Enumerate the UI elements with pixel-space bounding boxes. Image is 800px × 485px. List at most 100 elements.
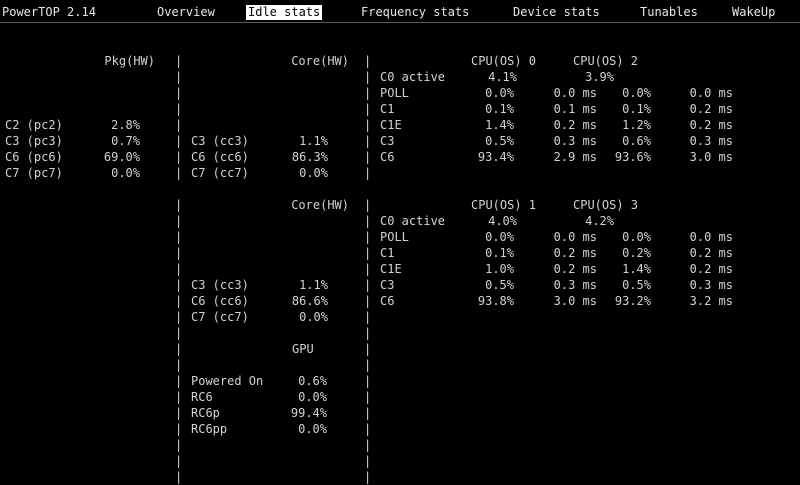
cpu-state-time-a: 2.9 ms xyxy=(553,150,597,164)
cpu-state-time-a: 0.2 ms xyxy=(553,246,597,260)
gpu-state-label: RC6pp xyxy=(191,422,228,436)
cpu-state-pct-b: 93.2% xyxy=(614,294,651,308)
cpu-header-a: CPU(OS) 0 xyxy=(471,54,537,68)
c0-active-value-a: 4.0% xyxy=(488,214,517,228)
pkg-state-label: C6 (pc6) xyxy=(5,150,63,164)
cpu-state-time-b: 0.2 ms xyxy=(689,118,733,132)
core-state-value: 0.0% xyxy=(299,166,328,180)
core-state-value: 1.1% xyxy=(299,134,328,148)
c0-active-value-a: 4.1% xyxy=(488,70,517,84)
cpu-header-b: CPU(OS) 2 xyxy=(573,54,639,68)
cpu-state-time-a: 0.1 ms xyxy=(553,102,597,116)
tab-device-stats[interactable]: Device stats xyxy=(513,5,600,20)
tab-frequency-stats[interactable]: Frequency stats xyxy=(361,5,469,20)
pkg-state-value: 0.7% xyxy=(111,134,140,148)
column-separator: | xyxy=(175,262,183,276)
tab-tunables[interactable]: Tunables xyxy=(640,5,698,20)
column-separator: | xyxy=(364,262,372,276)
column-separator: | xyxy=(364,166,372,180)
cpu-state-pct-b: 0.5% xyxy=(622,278,651,292)
column-separator: | xyxy=(364,86,372,100)
column-separator: | xyxy=(175,294,183,308)
core-state-label: C3 (cc3) xyxy=(191,134,249,148)
column-separator: | xyxy=(175,278,183,292)
pkg-state-label: C3 (pc3) xyxy=(5,134,63,148)
cpu-state-time-b: 0.2 ms xyxy=(689,262,733,276)
column-separator: | xyxy=(364,342,372,356)
column-separator: | xyxy=(175,390,183,404)
column-separator: | xyxy=(364,358,372,372)
column-separator: | xyxy=(364,198,372,212)
cpu-header-b: CPU(OS) 3 xyxy=(573,198,639,212)
column-separator: | xyxy=(364,118,372,132)
cpu-state-time-a: 0.3 ms xyxy=(553,278,597,292)
cpu-state-label: POLL xyxy=(380,86,409,100)
gpu-header: GPU xyxy=(292,342,314,356)
cpu-state-label: POLL xyxy=(380,230,409,244)
cpu-state-label: C3 xyxy=(380,134,395,148)
column-separator: | xyxy=(175,102,183,116)
column-separator: | xyxy=(175,166,183,180)
cpu-state-time-b: 0.3 ms xyxy=(689,278,733,292)
cpu-state-time-b: 0.2 ms xyxy=(689,246,733,260)
column-separator: | xyxy=(364,390,372,404)
tab-idle-stats[interactable]: Idle stats xyxy=(246,5,323,20)
pkg-state-value: 2.8% xyxy=(111,118,140,132)
column-separator: | xyxy=(175,310,183,324)
c0-active-label: C0 active xyxy=(380,214,446,228)
cpu-state-label: C6 xyxy=(380,150,395,164)
cpu-state-time-a: 0.0 ms xyxy=(553,230,597,244)
gpu-state-value: 0.0% xyxy=(298,390,327,404)
app-title: PowerTOP 2.14 xyxy=(2,5,96,19)
column-separator: | xyxy=(175,230,183,244)
cpu-state-pct-a: 0.5% xyxy=(485,278,514,292)
column-separator: | xyxy=(175,342,183,356)
column-separator: | xyxy=(364,102,372,116)
column-separator: | xyxy=(175,438,183,452)
core-header: Core(HW) xyxy=(291,54,349,68)
pkg-state-label: C7 (pc7) xyxy=(5,166,63,180)
core-state-label: C7 (cc7) xyxy=(191,166,249,180)
pkg-state-value: 0.0% xyxy=(111,166,140,180)
core-state-value: 86.3% xyxy=(291,150,328,164)
cpu-state-label: C1 xyxy=(380,102,395,116)
cpu-state-time-b: 0.3 ms xyxy=(689,134,733,148)
cpu-state-pct-a: 93.8% xyxy=(477,294,514,308)
tab-wakeup[interactable]: WakeUp xyxy=(732,5,775,20)
column-separator: | xyxy=(364,310,372,324)
column-separator: | xyxy=(364,422,372,436)
cpu-state-label: C1E xyxy=(380,118,402,132)
column-separator: | xyxy=(364,150,372,164)
column-separator: | xyxy=(364,294,372,308)
cpu-state-pct-b: 0.1% xyxy=(622,102,651,116)
column-separator: | xyxy=(175,326,183,340)
cpu-state-time-a: 0.2 ms xyxy=(553,262,597,276)
core-state-label: C6 (cc6) xyxy=(191,150,249,164)
menu-bar: PowerTOP 2.14 Overview Idle stats Freque… xyxy=(0,0,800,23)
core-state-value: 1.1% xyxy=(299,278,328,292)
cpu-state-pct-b: 0.0% xyxy=(622,230,651,244)
gpu-state-label: RC6 xyxy=(191,390,213,404)
column-separator: | xyxy=(175,150,183,164)
core-state-value: 0.0% xyxy=(299,310,328,324)
cpu-state-time-a: 3.0 ms xyxy=(553,294,597,308)
column-separator: | xyxy=(175,246,183,260)
column-separator: | xyxy=(175,118,183,132)
cpu-state-time-b: 3.0 ms xyxy=(689,150,733,164)
cpu-state-time-b: 0.0 ms xyxy=(689,230,733,244)
tab-overview[interactable]: Overview xyxy=(157,5,215,20)
column-separator: | xyxy=(175,70,183,84)
column-separator: | xyxy=(364,214,372,228)
column-separator: | xyxy=(175,406,183,420)
gpu-state-value: 0.6% xyxy=(298,374,327,388)
core-header: Core(HW) xyxy=(291,198,349,212)
cpu-state-time-b: 0.2 ms xyxy=(689,102,733,116)
gpu-state-value: 99.4% xyxy=(290,406,327,420)
column-separator: | xyxy=(364,70,372,84)
cpu-state-pct-a: 0.0% xyxy=(485,86,514,100)
cpu-state-pct-a: 93.4% xyxy=(477,150,514,164)
pkg-header: Pkg(HW) xyxy=(104,54,155,68)
c0-active-value-b: 3.9% xyxy=(585,70,614,84)
cpu-state-time-a: 0.3 ms xyxy=(553,134,597,148)
column-separator: | xyxy=(175,214,183,228)
